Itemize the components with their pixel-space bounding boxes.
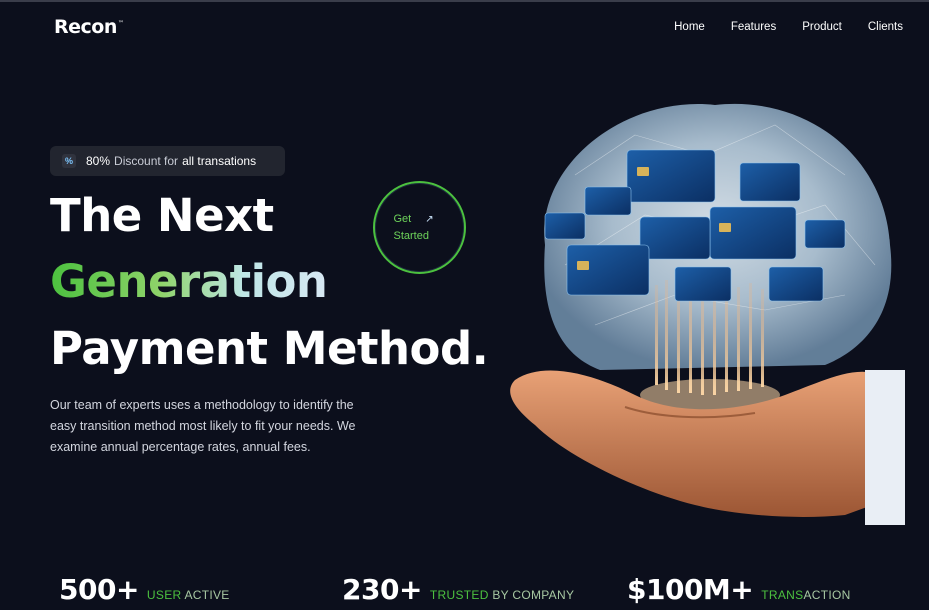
nav-product-link[interactable]: Product: [802, 21, 842, 33]
window-top-border: [0, 0, 929, 2]
stat-label: TRUSTED BY COMPANY: [429, 588, 575, 602]
discount-percent: 80%: [86, 154, 111, 168]
stats-bar: 500+ USER ACTIVE 230+ TRUSTED BY COMPANY…: [0, 573, 929, 610]
get-started-label-1: Get: [393, 213, 412, 225]
stat-label: TRANSACTION: [761, 588, 851, 602]
trademark-mark: ™: [117, 20, 124, 27]
hero-title-line-1: The Next: [50, 189, 274, 242]
get-started-label-2: Started: [393, 230, 429, 242]
main-nav: Home Features Product Clients: [674, 21, 903, 33]
discount-badge: % 80% Discount for all transations: [50, 146, 285, 176]
brand-name: Recon: [54, 16, 117, 38]
hero-illustration: [510, 103, 905, 525]
stat-users: 500+ USER ACTIVE: [59, 573, 230, 606]
hero-title-line-3: Payment Method.: [50, 322, 489, 375]
stat-number: 500+: [59, 573, 139, 606]
brand-logo[interactable]: Recon™: [54, 16, 124, 38]
stat-label: USER ACTIVE: [146, 588, 230, 602]
nav-clients-link[interactable]: Clients: [868, 21, 903, 33]
discount-text: Discount for: [114, 154, 179, 168]
stat-number: 230+: [342, 573, 422, 606]
discount-highlight: all transations: [182, 154, 257, 168]
stat-companies: 230+ TRUSTED BY COMPANY: [342, 573, 574, 606]
get-started-button[interactable]: Get ↗ Started: [373, 181, 466, 274]
arrow-up-right-icon: ↗: [425, 214, 434, 225]
nav-features-link[interactable]: Features: [731, 21, 776, 33]
hero-title-line-2: Generation: [50, 255, 328, 308]
percent-icon: %: [62, 154, 76, 168]
hero-description: Our team of experts uses a methodology t…: [50, 398, 356, 454]
stat-number: $100M+: [627, 573, 754, 606]
nav-home-link[interactable]: Home: [674, 21, 705, 33]
stat-transactions: $100M+ TRANSACTION: [627, 573, 851, 606]
